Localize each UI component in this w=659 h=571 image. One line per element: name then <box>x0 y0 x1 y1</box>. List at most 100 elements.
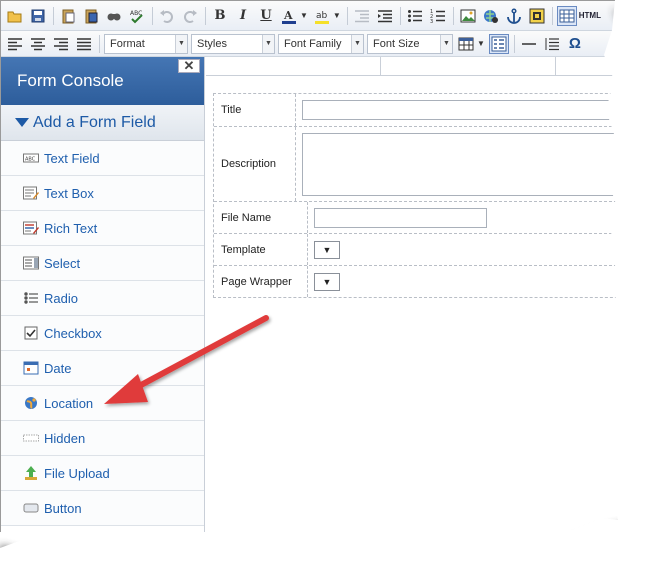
bulleted-list-icon[interactable] <box>405 6 425 26</box>
close-icon: ✕ <box>183 58 195 73</box>
align-center-icon[interactable] <box>28 34 48 54</box>
paste-icon[interactable] <box>58 6 78 26</box>
chevron-down-icon: ▼ <box>351 34 363 53</box>
chevron-down-icon: ▼ <box>322 276 332 287</box>
field-item-label: Location <box>44 395 94 411</box>
chevron-down-icon: ▼ <box>322 244 332 255</box>
field-item-radio[interactable]: Radio <box>1 281 204 316</box>
chevron-down-icon: ▼ <box>440 34 452 53</box>
page-wrapper-label: Page Wrapper <box>214 266 308 297</box>
form-row-template: Template ▼ <box>214 234 625 266</box>
redo-icon[interactable] <box>180 6 200 26</box>
form-console-panel: Form Console ✕ Add a Form Field ABC Text… <box>1 57 205 532</box>
toolbar-divider <box>53 6 54 25</box>
italic-icon[interactable]: I <box>233 6 253 26</box>
table-view-icon[interactable] <box>556 5 577 26</box>
close-button[interactable]: ✕ <box>178 59 200 73</box>
field-item-label: File Upload <box>44 465 110 481</box>
field-item-text-box[interactable]: Text Box <box>1 176 204 211</box>
add-form-field-toggle[interactable]: Add a Form Field <box>1 105 204 141</box>
text-field-icon: ABC <box>23 151 39 165</box>
find-icon[interactable] <box>104 6 124 26</box>
outdent-icon[interactable] <box>352 6 372 26</box>
undo-icon[interactable] <box>157 6 177 26</box>
hidden-icon <box>23 431 39 445</box>
field-item-button[interactable]: Button <box>1 491 204 526</box>
underline-icon[interactable]: U <box>256 6 276 26</box>
html-view-icon[interactable]: HTML <box>579 6 601 26</box>
field-item-label: Hidden <box>44 430 86 446</box>
font-color-icon[interactable]: A <box>279 6 299 26</box>
field-item-date[interactable]: Date <box>1 351 204 386</box>
justify-icon[interactable] <box>74 34 94 54</box>
indent-icon[interactable] <box>375 6 395 26</box>
styles-select[interactable]: Styles ▼ <box>191 33 275 54</box>
save-icon[interactable] <box>28 6 48 26</box>
font-family-select[interactable]: Font Family ▼ <box>278 33 364 54</box>
field-item-label: Checkbox <box>44 325 102 341</box>
field-item-select[interactable]: Select <box>1 246 204 281</box>
open-folder-icon[interactable] <box>5 6 25 26</box>
align-left-icon[interactable] <box>5 34 25 54</box>
field-item-rich-text[interactable]: Rich Text <box>1 211 204 246</box>
field-item-label: Rich Text <box>44 220 98 236</box>
checkbox-icon <box>23 326 39 340</box>
anchor-icon[interactable] <box>504 6 524 26</box>
chevron-down-icon[interactable]: ▼ <box>477 39 485 48</box>
font-size-select[interactable]: Font Size ▼ <box>367 33 453 54</box>
svg-text:ab: ab <box>316 11 328 21</box>
file-name-label: File Name <box>214 202 308 233</box>
title-label: Title <box>214 94 296 126</box>
toolbar-divider <box>399 6 401 25</box>
field-item-file-upload[interactable]: File Upload <box>1 456 204 491</box>
insert-table-icon[interactable] <box>456 34 476 54</box>
field-item-label: Date <box>44 360 72 376</box>
canvas-header-strip <box>206 57 625 76</box>
description-label: Description <box>214 127 296 201</box>
description-textarea[interactable] <box>302 132 625 196</box>
svg-text:A: A <box>283 9 293 22</box>
add-form-field-label: Add a Form Field <box>33 113 156 131</box>
page-wrapper-cell: ▼ <box>308 266 625 297</box>
svg-text:3: 3 <box>430 19 433 24</box>
page-wrapper-select[interactable]: ▼ <box>314 272 340 291</box>
canvas-header-cell <box>206 57 381 76</box>
template-cell: ▼ <box>308 234 625 265</box>
svg-text:ABC: ABC <box>25 157 36 163</box>
template-select[interactable]: ▼ <box>314 240 340 259</box>
title-input[interactable] <box>302 100 625 120</box>
canvas-header-cell <box>381 57 556 76</box>
spellcheck-icon[interactable]: ABC <box>127 6 147 26</box>
form-designer-icon[interactable] <box>488 33 509 54</box>
format-select[interactable]: Format ▼ <box>104 33 188 54</box>
form-row-file-name: File Name <box>214 202 625 234</box>
button-icon <box>23 501 39 515</box>
media-icon[interactable] <box>527 6 547 26</box>
font-family-select-label: Font Family <box>284 37 342 50</box>
chevron-down-icon: ▼ <box>262 34 274 53</box>
toolbar-divider <box>205 6 206 25</box>
toolbar-divider <box>346 6 348 25</box>
field-item-checkbox[interactable]: Checkbox <box>1 316 204 351</box>
align-right-icon[interactable] <box>51 34 71 54</box>
toolbar-divider <box>452 6 454 25</box>
field-item-location[interactable]: Location <box>1 386 204 421</box>
form-console-title: Form Console <box>17 71 124 90</box>
field-item-text-field[interactable]: ABC Text Field <box>1 141 204 176</box>
bold-icon[interactable]: B <box>210 6 230 26</box>
file-name-input[interactable] <box>314 207 487 228</box>
highlight-icon[interactable]: ab <box>312 6 332 26</box>
select-icon <box>23 256 39 270</box>
image-icon[interactable] <box>458 6 478 26</box>
chevron-down-icon[interactable]: ▼ <box>333 11 341 20</box>
paste-word-icon[interactable] <box>81 6 101 26</box>
hyperlink-icon[interactable] <box>481 6 501 26</box>
line-spacing-icon[interactable] <box>542 34 562 54</box>
file-upload-icon <box>23 466 39 480</box>
numbered-list-icon[interactable]: 123 <box>428 6 448 26</box>
field-item-hidden[interactable]: Hidden <box>1 421 204 456</box>
expand-triangle-icon <box>15 118 29 127</box>
horizontal-rule-icon[interactable] <box>519 34 539 54</box>
special-character-icon[interactable]: Ω <box>565 34 585 54</box>
chevron-down-icon[interactable]: ▼ <box>300 11 308 20</box>
